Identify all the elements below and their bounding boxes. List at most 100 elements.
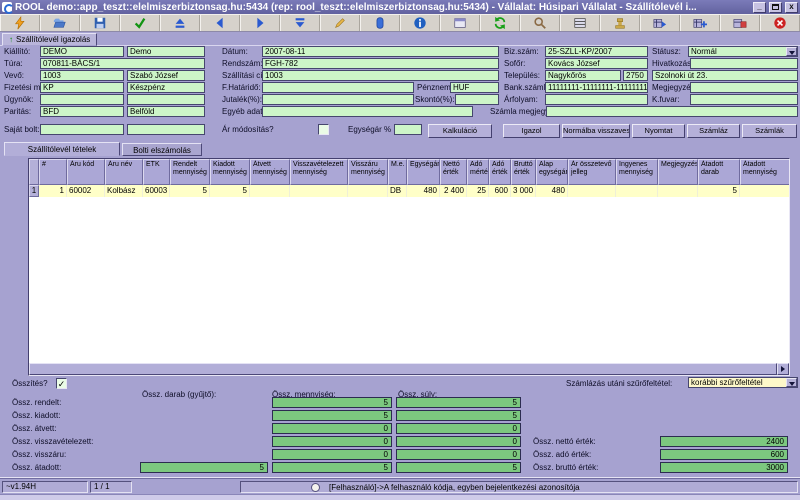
edit-pencil-icon[interactable] (320, 15, 360, 31)
table-cell[interactable]: 25 (467, 185, 489, 197)
table-cell[interactable]: 3 000 (511, 185, 536, 197)
megjegyzes-field[interactable] (690, 82, 798, 93)
datum-field[interactable]: 2007-08-11 (262, 46, 499, 57)
prev-record-icon[interactable] (200, 15, 240, 31)
column-header[interactable]: Visszáru mennyiség (348, 159, 388, 185)
igazol-button[interactable]: Igazol (503, 124, 560, 138)
table-cell[interactable]: 5 (170, 185, 210, 197)
table-extract-icon[interactable] (720, 15, 760, 31)
kiallito-name-field[interactable]: Demo (127, 46, 205, 57)
fizmod-name-field[interactable]: Készpénz (127, 82, 205, 93)
table-cell[interactable] (740, 185, 789, 197)
fizmod-code-field[interactable]: KP (40, 82, 124, 93)
summary-suly-field[interactable]: 0 (396, 436, 521, 447)
irsz-field[interactable]: 2750 (623, 70, 648, 81)
summary-mennyiseg-field[interactable]: 5 (272, 410, 392, 421)
total-value-field[interactable]: 2400 (660, 436, 788, 447)
rendszam-field[interactable]: FGH-782 (262, 58, 499, 69)
dropdown-button[interactable] (786, 47, 797, 56)
table-cell[interactable] (616, 185, 658, 197)
summary-mennyiseg-field[interactable]: 5 (272, 462, 392, 473)
fhatarido-field[interactable] (262, 82, 414, 93)
column-header[interactable]: Rendelt mennyiség (170, 159, 210, 185)
tab-szallitolevel-igazolas[interactable]: ↑ Szállítólevél igazolás (2, 33, 97, 46)
tura-field[interactable]: 070811-BÁCS/1 (40, 58, 205, 69)
table-row[interactable]: 1 160002Kolbász6000355DB4802 400256003 0… (29, 185, 789, 197)
form-window-icon[interactable] (440, 15, 480, 31)
filter-dropdown[interactable]: korábbi szűrőfeltétel (688, 377, 798, 388)
list-rows-icon[interactable] (560, 15, 600, 31)
vevo-name-field[interactable]: Szabó József (127, 70, 205, 81)
total-value-field[interactable]: 3000 (660, 462, 788, 473)
table-cell[interactable]: 5 (210, 185, 250, 197)
close-button[interactable]: x (785, 2, 798, 13)
table-cell[interactable] (348, 185, 388, 197)
table-cell[interactable]: 60003 (143, 185, 170, 197)
column-header[interactable]: Alap egységár (536, 159, 568, 185)
tab-bolti-elszamolas[interactable]: Bolti elszámolás (122, 143, 202, 156)
column-header[interactable]: Áru kód (67, 159, 105, 185)
total-value-field[interactable]: 600 (660, 449, 788, 460)
szamlaz-button[interactable]: Számláz (687, 124, 740, 138)
save-icon[interactable] (80, 15, 120, 31)
jutalek-field[interactable] (262, 94, 414, 105)
column-header[interactable]: Átadott darab (698, 159, 740, 185)
table-cell[interactable]: 1 (39, 185, 67, 197)
table-cell[interactable] (250, 185, 290, 197)
scroll-right-button[interactable] (777, 363, 789, 375)
summary-mennyiseg-field[interactable]: 0 (272, 423, 392, 434)
status-radio[interactable] (311, 483, 320, 492)
first-record-icon[interactable] (160, 15, 200, 31)
osszites-checkbox[interactable]: ✓ (56, 378, 67, 389)
column-header[interactable]: Adó érték (489, 159, 511, 185)
search-icon[interactable] (520, 15, 560, 31)
nyomtat-button[interactable]: Nyomtat (632, 124, 685, 138)
skonto-field[interactable] (455, 94, 499, 105)
egyeb-field[interactable] (262, 106, 473, 117)
summary-mennyiseg-field[interactable]: 0 (272, 449, 392, 460)
last-record-icon[interactable] (280, 15, 320, 31)
table-cell[interactable]: 480 (536, 185, 568, 197)
restore-button[interactable] (769, 2, 782, 13)
kiallito-code-field[interactable]: DEMO (40, 46, 124, 57)
minimize-button[interactable]: _ (753, 2, 766, 13)
penznem-field[interactable]: HUF (450, 82, 499, 93)
scrollbar-thumb[interactable] (29, 363, 777, 375)
bankszamla-field[interactable]: 11111111-11111111-11111111 (545, 82, 648, 93)
column-header[interactable]: # (39, 159, 67, 185)
row-header[interactable]: 1 (29, 185, 39, 197)
stamp-icon[interactable] (600, 15, 640, 31)
column-header[interactable]: Bruttó érték (511, 159, 536, 185)
dropdown-button[interactable] (786, 378, 797, 387)
sajatbolt-code-field[interactable] (40, 124, 124, 135)
table-cell[interactable]: 2 400 (440, 185, 467, 197)
column-header[interactable]: Adó mérték (467, 159, 489, 185)
statusz-dropdown[interactable]: Normál (688, 46, 798, 57)
szamlamegj-field[interactable] (546, 106, 798, 117)
column-header[interactable]: Áru név (105, 159, 143, 185)
bizszam-field[interactable]: 25-SZLL-KP/2007 (545, 46, 648, 57)
table-cell[interactable]: 600 (489, 185, 511, 197)
horizontal-scrollbar[interactable] (29, 363, 789, 375)
column-header[interactable]: Nettó érték (440, 159, 467, 185)
refresh-icon[interactable] (480, 15, 520, 31)
arfolyam-field[interactable] (545, 94, 648, 105)
ugynok-code-field[interactable] (40, 94, 124, 105)
column-header[interactable]: Ingyenes mennyiség (616, 159, 658, 185)
open-folder-icon[interactable] (40, 15, 80, 31)
column-header[interactable]: M.e. (388, 159, 407, 185)
lightning-icon[interactable] (0, 15, 40, 31)
table-cell[interactable]: 5 (698, 185, 740, 197)
hivatkozas-field[interactable] (690, 58, 798, 69)
telepules-field[interactable]: Nagykőrös (545, 70, 621, 81)
paritas-code-field[interactable]: BFD (40, 106, 124, 117)
sajatbolt-name-field[interactable] (127, 124, 205, 135)
summary-darab-field[interactable]: 5 (140, 462, 268, 473)
armodositas-checkbox[interactable] (318, 124, 329, 135)
column-header[interactable]: Visszavételezett mennyiség (290, 159, 348, 185)
close-icon[interactable] (760, 15, 800, 31)
paritas-name-field[interactable]: Belföld (127, 106, 205, 117)
sofor-field[interactable]: Kovács József (545, 58, 648, 69)
kalkulacio-button[interactable]: Kalkuláció (428, 124, 492, 138)
info-icon[interactable] (400, 15, 440, 31)
